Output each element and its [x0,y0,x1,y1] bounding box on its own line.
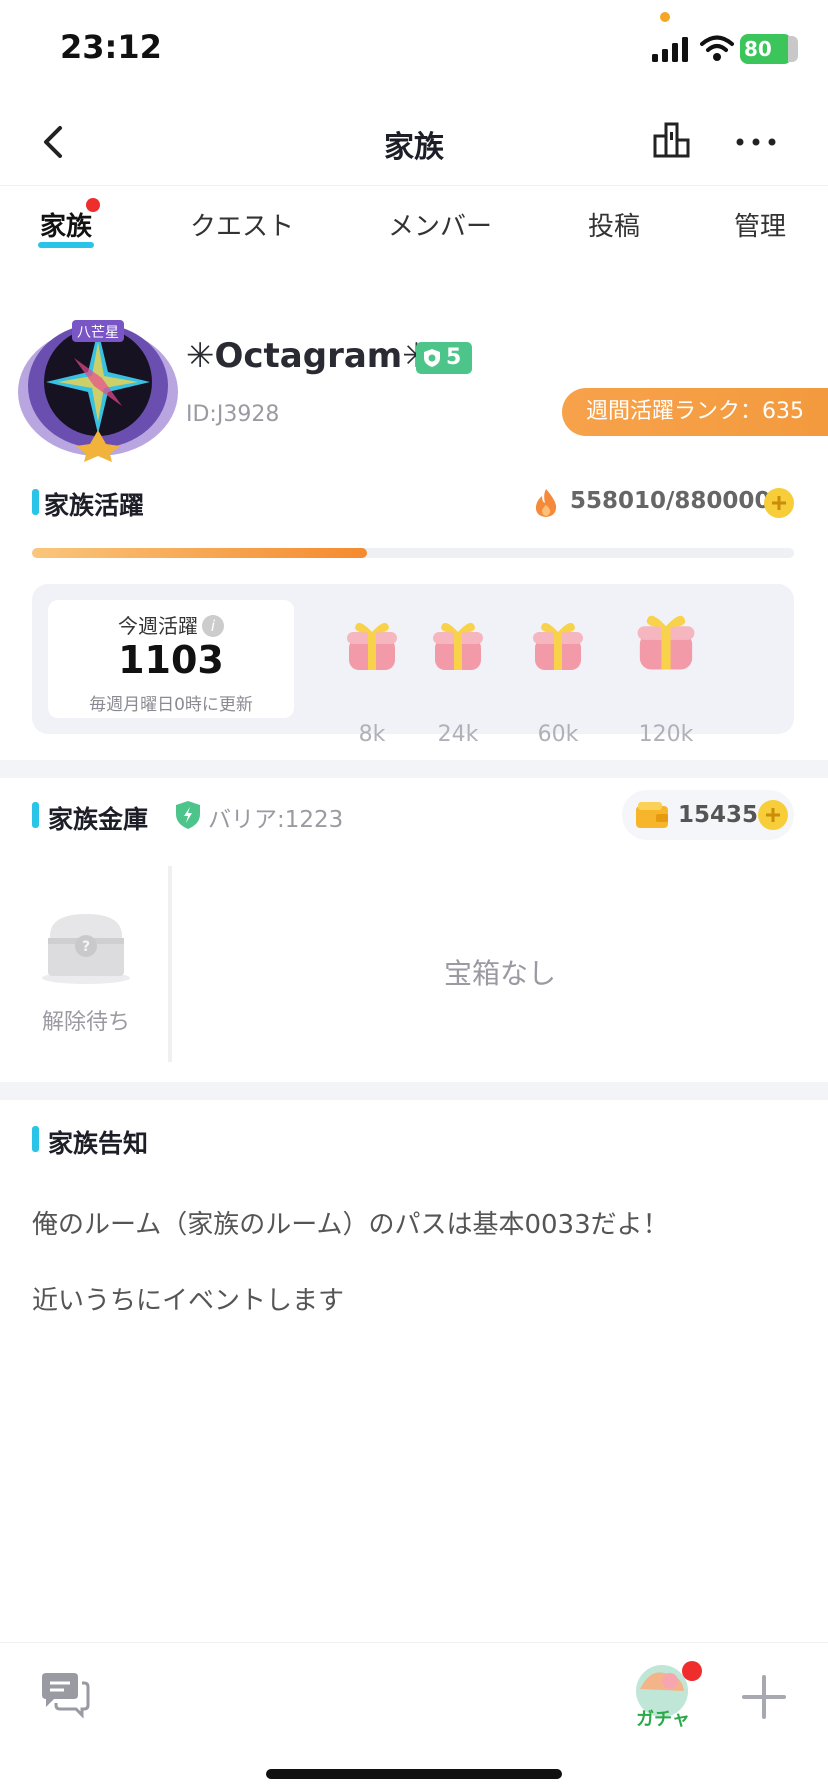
section-accent-bar [32,1126,39,1152]
add-coins-icon[interactable] [758,800,788,830]
section-accent-bar [32,802,39,828]
weekly-activity-value: 1103 [118,638,224,682]
family-level-badge: 5 [416,342,472,374]
family-name: ✳Octagram✳ [186,336,431,376]
family-id: ID:J3928 [186,402,280,427]
section-divider [0,760,828,778]
fire-icon [535,489,557,517]
activity-section-title: 家族活躍 [44,491,145,520]
gift-reward-8k[interactable]: 8k [340,616,404,747]
empty-chest-text: 宝箱なし [443,957,556,990]
weekly-activity-label-row: 今週活躍 i [48,610,294,639]
chat-icon[interactable] [38,1669,90,1719]
tab-members[interactable]: メンバー [388,206,492,243]
weekly-activity-panel: 今週活躍 i 1103 毎週月曜日0時に更新 8k 24k 60k 120k [32,584,794,747]
family-level: 5 [446,345,462,370]
battery-level: 80 [740,34,792,64]
top-nav-bar: 家族 [0,100,828,186]
gift-reward-24k[interactable]: 24k [426,616,490,747]
tab-notification-dot [86,198,100,212]
info-icon[interactable]: i [202,615,224,637]
shield-level-icon [424,349,440,367]
activity-progress-fill [32,548,368,558]
weekly-activity-label: 今週活躍 [118,614,198,638]
ranking-icon[interactable] [652,120,692,160]
svg-text:?: ? [82,939,90,955]
tab-quest[interactable]: クエスト [190,206,294,243]
add-icon[interactable] [742,1675,786,1719]
cellular-signal-icon [652,37,688,62]
svg-text:八芒星: 八芒星 [77,325,119,341]
activity-points: 558010/880000 [570,488,771,514]
wifi-icon [700,35,734,61]
notice-text-line: 俺のルーム（家族のルーム）のパスは基本0033だよ！ [32,1210,669,1240]
gift-threshold-label: 60k [537,722,579,747]
gift-box-icon [533,622,583,670]
tab-posts[interactable]: 投稿 [588,206,640,243]
gift-box-icon [433,622,483,670]
active-tab-indicator [38,242,94,248]
more-options-icon[interactable] [734,122,778,162]
tab-bar: 家族 クエスト メンバー 投稿 管理 [0,190,828,260]
wallet-icon [636,802,668,828]
weekly-rank-badge[interactable]: 週間活躍ランク：635 [562,388,828,436]
home-indicator [266,1769,562,1779]
activity-progress-bar [32,548,794,558]
gift-reward-120k[interactable]: 120k [634,608,698,747]
section-accent-bar [32,489,39,515]
notice-text-line: 近いうちにイベントします [32,1286,345,1316]
barrier-value: バリア:1223 [208,807,344,833]
section-divider [0,1082,828,1100]
gift-box-icon [347,622,397,670]
status-time: 23:12 [60,28,162,66]
gacha-label: ガチャ [636,1709,690,1730]
gift-threshold-label: 120k [638,722,694,747]
coin-count: 15435 [678,802,759,828]
add-activity-icon[interactable] [764,488,794,518]
gift-box-icon [637,615,695,670]
treasure-chest-icon[interactable]: ? [40,906,132,986]
tab-manage[interactable]: 管理 [734,206,786,243]
family-emblem-icon[interactable]: 八芒星 [14,302,182,462]
family-coins[interactable]: 15435 [622,790,794,840]
page-title: 家族 [384,130,444,165]
gift-threshold-label: 24k [437,722,479,747]
notice-section-title: 家族告知 [48,1129,149,1158]
shield-barrier-icon [176,801,200,829]
battery-icon [788,36,798,62]
privacy-indicator-dot [660,12,670,22]
vault-section-title: 家族金庫 [48,805,149,834]
gift-reward-60k[interactable]: 60k [526,616,590,747]
gacha-notification-dot [682,1661,702,1681]
weekly-activity-card: 今週活躍 i 1103 毎週月曜日0時に更新 [48,600,294,718]
tab-family[interactable]: 家族 [40,206,92,243]
status-bar: 23:12 80 [0,0,828,100]
weekly-update-note: 毎週月曜日0時に更新 [89,695,253,715]
chest-status-label: 解除待ち [41,1010,130,1035]
bottom-toolbar: ガチャ [0,1642,828,1792]
